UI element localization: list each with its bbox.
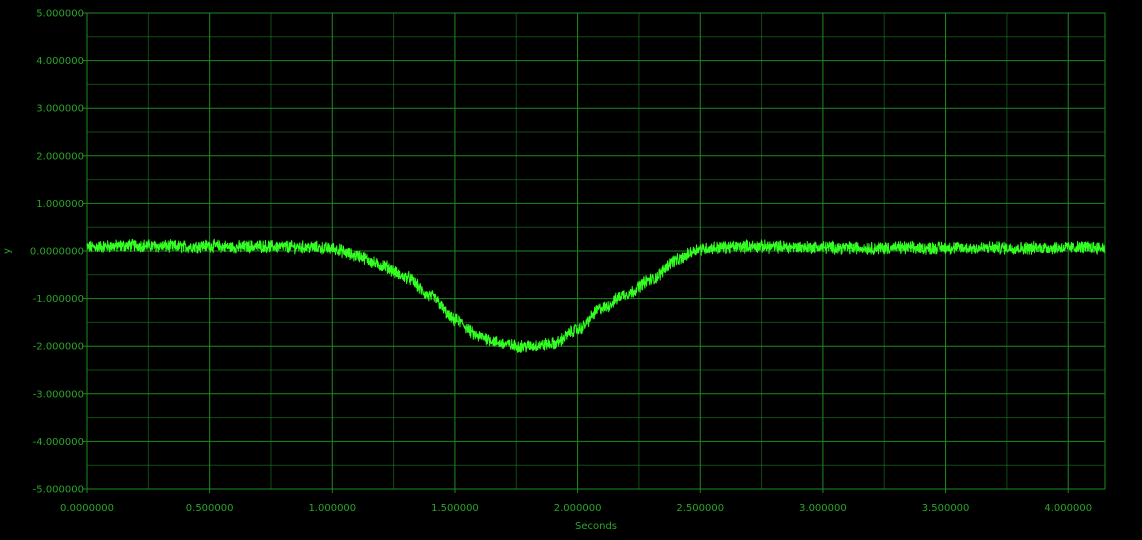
y-tick-label: 1.000000 [36, 199, 84, 210]
x-tick-label: 3.500000 [922, 503, 970, 514]
y-tick-label: -5.000000 [33, 485, 84, 496]
x-tick-label: 4.000000 [1044, 503, 1092, 514]
x-axis-label: Seconds [575, 521, 617, 532]
x-tick-label: 3.000000 [799, 503, 847, 514]
y-tick-label: -3.000000 [33, 389, 84, 400]
x-tick-label: 2.000000 [554, 503, 602, 514]
y-tick-label: 2.000000 [36, 151, 84, 162]
oscilloscope-chart: 0.0000000 0.500000 1.000000 1.500000 2.00000… [0, 0, 1142, 540]
x-tick-label: 0.0000000 [60, 503, 114, 514]
x-tick-label: 1.500000 [431, 503, 479, 514]
y-tick-label: -4.000000 [33, 437, 84, 448]
y-tick-label: 0.0000000 [30, 247, 84, 258]
y-axis-label: y [2, 248, 13, 254]
x-tick-label: 0.500000 [186, 503, 234, 514]
plot-window: 0.0000000 0.500000 1.000000 1.500000 2.00000… [0, 0, 1142, 540]
y-tick-label: -1.000000 [33, 294, 84, 305]
y-tick-label: 5.000000 [36, 9, 84, 20]
x-tick-labels: 0.0000000 0.500000 1.000000 1.500000 2.00000… [60, 503, 1092, 514]
chart-background [0, 0, 1142, 540]
y-tick-label: 3.000000 [36, 104, 84, 115]
x-tick-label: 2.500000 [676, 503, 724, 514]
y-tick-label: -2.000000 [33, 342, 84, 353]
y-tick-label: 4.000000 [36, 56, 84, 67]
x-tick-label: 1.000000 [308, 503, 356, 514]
